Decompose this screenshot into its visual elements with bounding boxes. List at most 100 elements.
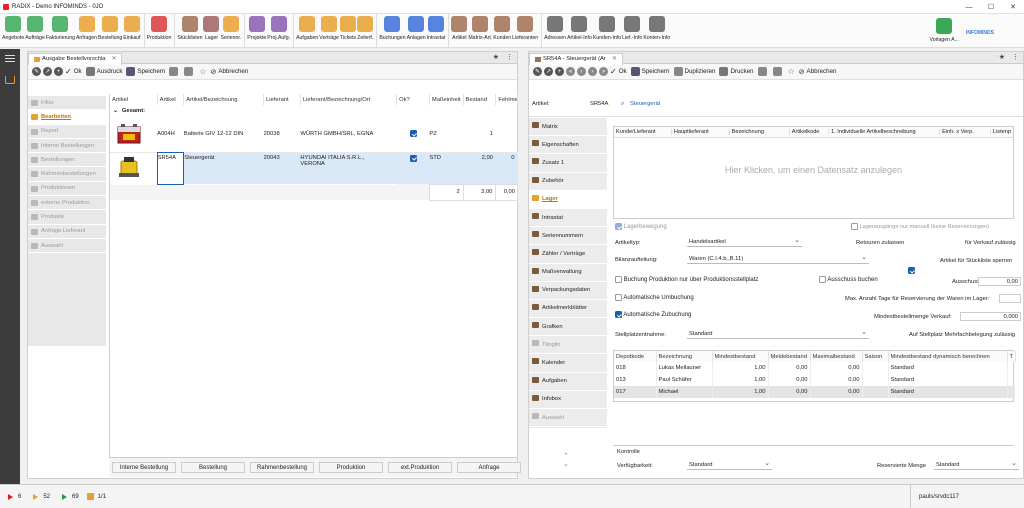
nav-item-verpackungsdaten[interactable]: Verpackungsdaten — [529, 282, 607, 300]
maximize-button[interactable]: ☐ — [980, 0, 1002, 14]
column-header[interactable]: Lieferant — [263, 94, 301, 105]
ribbon-button-account-info[interactable]: Konten-Info — [643, 14, 670, 48]
column-header[interactable]: Artikel/Bezeichnung — [183, 94, 265, 105]
minimize-button[interactable]: — — [958, 0, 980, 14]
ribbon-button-contract[interactable]: Verträge — [319, 14, 339, 48]
ok-button[interactable]: ✓ Ok — [65, 67, 82, 76]
ribbon-button-article-info[interactable]: Artikel-Info — [567, 14, 592, 48]
ribbon-button-cart[interactable]: Bestellung — [98, 14, 122, 48]
share-icon[interactable]: ↗ — [43, 67, 52, 76]
nav-item-intrastat[interactable]: Intrastat — [529, 209, 607, 228]
max-reservation-days-input[interactable] — [999, 294, 1021, 303]
ribbon-button-project[interactable]: Projekte — [244, 14, 266, 48]
close-tab-icon[interactable]: ✕ — [612, 56, 617, 62]
column-header[interactable]: 1. Individuelle Artikelbeschreibung — [829, 129, 941, 135]
nav-item-auswahl[interactable]: Auswahl — [28, 239, 106, 254]
nav-item-rahmenbestellungen[interactable]: Rahmenbestellungen — [28, 167, 106, 182]
star-icon[interactable]: ★ — [493, 53, 499, 61]
edit-icon[interactable]: ✎ — [32, 67, 41, 76]
ok-button[interactable]: ✓ Ok — [610, 67, 627, 76]
favorite-button[interactable]: ☆ — [788, 67, 795, 76]
ribbon-button-booking[interactable]: Buchungen — [376, 14, 406, 48]
column-header[interactable]: Meldebestand — [768, 351, 811, 362]
column-header[interactable]: Bezeichnung — [730, 129, 790, 135]
nav-item-auswahl[interactable]: Auswahl — [529, 409, 607, 428]
nav-item-seriennummern[interactable]: Seriennummern — [529, 227, 607, 246]
ext-produktion-button[interactable]: ext.Produktion — [388, 462, 452, 473]
nav-item-aufgaben[interactable]: Aufgaben — [529, 373, 607, 391]
export-button[interactable] — [772, 67, 784, 76]
article-search-icon[interactable]: ⌕ — [621, 101, 624, 108]
ribbon-button-offer[interactable]: Angebote — [2, 14, 24, 48]
table-row[interactable]: A004H Batterie GIV 12-12 DIN 20038 WÜRTH… — [110, 116, 518, 152]
ribbon-button-supplier-info[interactable]: Lief.-Info — [622, 14, 642, 48]
ribbon-button-asset[interactable]: Anlagen — [407, 14, 426, 48]
ribbon-button-purchase[interactable]: Einkauf — [123, 14, 141, 48]
interne-bestellung-button[interactable]: Interne Bestellung — [112, 462, 176, 473]
nav-item-bestellungen[interactable]: Bestellungen — [28, 153, 106, 168]
column-header[interactable]: Artikel — [157, 94, 185, 105]
star-icon[interactable]: ★ — [999, 53, 1005, 61]
nav-item-artikelmerkblätter[interactable]: Artikelmerkblätter — [529, 300, 607, 319]
ribbon-button-gear[interactable]: Produktion — [143, 14, 171, 48]
templates-button[interactable]: Vorlagen A... — [930, 16, 959, 50]
auto-transfer-checkbox[interactable] — [615, 294, 622, 301]
nav-item-zubehör[interactable]: Zubehör — [529, 173, 607, 191]
ribbon-button-order[interactable]: Aufträge — [25, 14, 45, 48]
collapse-icon[interactable]: ⌄ — [113, 108, 118, 114]
nav-item-grafken[interactable]: Grafken — [529, 318, 607, 337]
table-row[interactable]: 013 Paul Schäfer 1,00 0,00 0,00 Standard — [614, 374, 1015, 386]
nav-item-filter[interactable]: Filter — [28, 96, 106, 111]
column-header[interactable]: T — [1007, 351, 1016, 362]
table-row[interactable]: 018 Lukas Mellauner 1,00 0,00 0,00 Standard — [614, 362, 1015, 374]
column-header[interactable]: Maximalbestand — [810, 351, 863, 362]
ribbon-button-bom[interactable]: Stücklisten — [174, 14, 202, 48]
column-header[interactable]: Bestand — [463, 94, 497, 105]
ribbon-button-ticket[interactable]: Tickets — [340, 14, 356, 48]
nav-item-ma-verwaltung[interactable]: Maßverwaltung — [529, 264, 607, 282]
ribbon-button-customer[interactable]: Kunden — [493, 14, 511, 48]
last-record-icon[interactable]: » — [599, 67, 608, 76]
anfrage-button[interactable]: Anfrage — [457, 462, 521, 473]
ribbon-button-task[interactable]: Aufgaben — [293, 14, 318, 48]
article-type-select[interactable]: Handelsartikel — [687, 236, 802, 247]
print-button[interactable]: Ausdruck — [85, 67, 122, 76]
copy-button[interactable] — [169, 67, 180, 76]
produktion-button[interactable]: Produktion — [319, 462, 383, 473]
cancel-button[interactable]: ⊘ Abbrechen — [210, 68, 248, 76]
lagerbewegung-checkbox[interactable] — [615, 223, 622, 230]
column-header[interactable]: Lieferant/Bezeichnung/Ort — [300, 94, 398, 105]
tab-order-proposal[interactable]: Ausgabe Bestellvorschla ✕ — [28, 52, 123, 65]
nav-item-anfrage-lieferant[interactable]: Anfrage Lieferant — [28, 225, 106, 239]
more-icon[interactable]: ⋮ — [506, 53, 513, 61]
table-row[interactable]: SR54A Steuergerät 20043 HYUNDAI ITALIA S… — [110, 151, 518, 185]
empty-grid-hint[interactable]: Hier Klicken, um einen Datensatz anzuleg… — [614, 165, 1013, 175]
cancel-button[interactable]: ⊘ Abbrechen — [799, 68, 837, 76]
ok-checkbox[interactable] — [409, 154, 417, 162]
ribbon-button-serial[interactable]: Seriennr. — [220, 14, 241, 48]
balance-select[interactable]: Waren (C.I.4.b.,B.11) — [687, 253, 869, 264]
next-record-icon[interactable]: › — [588, 67, 597, 76]
close-button[interactable]: ✕ — [1002, 0, 1024, 14]
column-header[interactable]: Artikelkode — [790, 129, 830, 135]
nav-item-interne-bestellungen[interactable]: Interne Bestellungen — [28, 139, 106, 154]
article-name-link[interactable]: Steuergerät — [630, 101, 660, 107]
first-record-icon[interactable]: « — [566, 67, 575, 76]
auto-posting-checkbox[interactable] — [615, 311, 622, 318]
table-row[interactable]: 017 Michael 1,00 0,00 0,00 Standard — [614, 386, 1015, 398]
nav-item-produktionen[interactable]: Produktionen — [28, 182, 106, 197]
nav-item-report[interactable]: Report — [28, 125, 106, 139]
favorite-button[interactable]: ☆ — [199, 67, 206, 76]
column-header[interactable]: Listenp — [991, 129, 1024, 135]
tab-article[interactable]: SR54A - Steuergerät (Ar ✕ — [529, 52, 623, 65]
edit-icon[interactable]: ✎ — [533, 67, 542, 76]
more-icon[interactable]: ⋮ — [1012, 53, 1019, 61]
save-button[interactable]: Speichern — [630, 67, 670, 76]
nav-item-titoglio[interactable]: Titoglio — [529, 336, 607, 355]
print-button[interactable]: Drucken — [719, 67, 754, 76]
ok-checkbox[interactable] — [409, 130, 417, 138]
duplicate-button[interactable]: Duplizieren — [673, 67, 715, 76]
reserved-qty-select[interactable]: Standard — [934, 459, 1019, 470]
close-tab-icon[interactable]: ✕ — [111, 56, 116, 62]
scroll-chevrons-icon[interactable]: ⌃ ⌄ — [563, 452, 569, 468]
